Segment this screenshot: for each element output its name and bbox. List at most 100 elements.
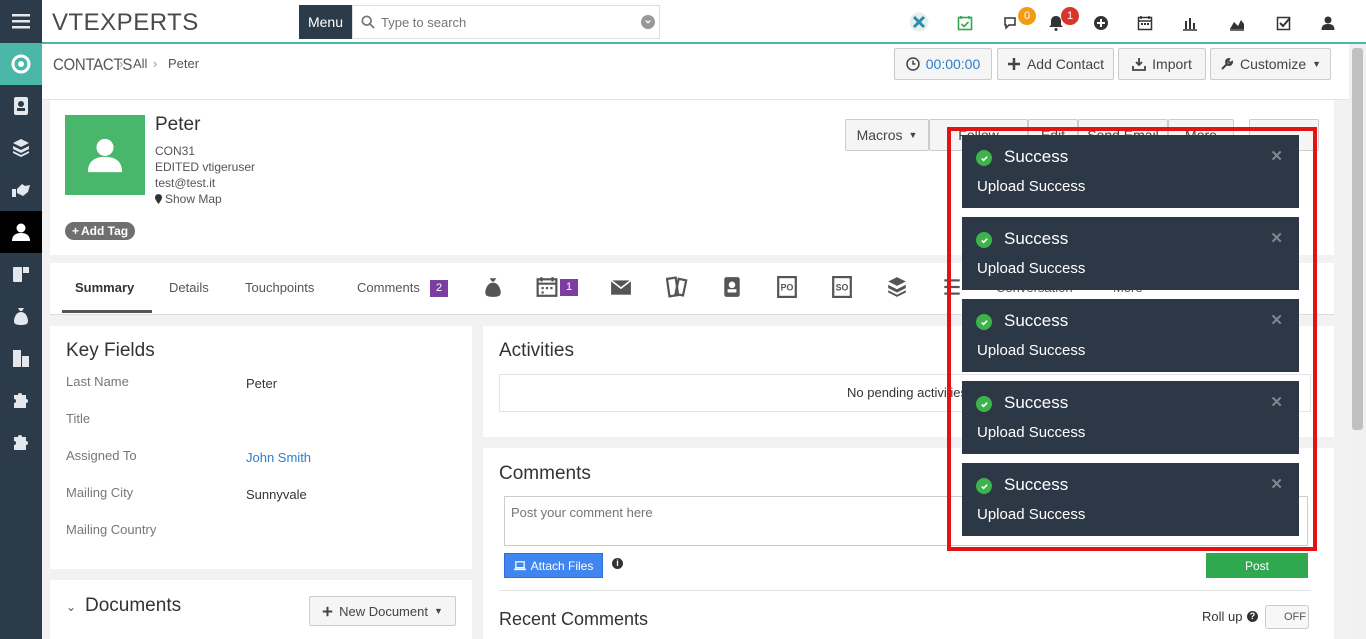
calendar-icon[interactable]	[1135, 14, 1155, 32]
brand-logo[interactable]: VTEXPERTS	[52, 9, 199, 37]
chevron-down-icon[interactable]: ⌄	[66, 600, 76, 614]
chevron-down-icon[interactable]	[641, 15, 655, 29]
calendar-check-icon[interactable]	[955, 14, 975, 32]
plus-icon	[322, 606, 333, 616]
add-tag-button[interactable]: + Add Tag	[65, 222, 136, 240]
highlight-frame	[947, 127, 1317, 551]
vtexperts-x-icon[interactable]	[909, 12, 929, 32]
add-contact-label: Add Contact	[1026, 56, 1105, 72]
add-contact-button[interactable]: Add Contact	[997, 48, 1114, 80]
purchase-order-icon[interactable]: PO	[776, 276, 798, 298]
caret-down-icon: ▼	[433, 606, 443, 616]
hamburger-menu-icon[interactable]	[0, 0, 42, 42]
show-map-label: Show Map	[165, 192, 222, 206]
new-document-button[interactable]: New Document ▼	[309, 596, 456, 626]
wrench-icon	[1221, 57, 1233, 70]
contact-card-icon[interactable]	[721, 276, 743, 298]
building-icon[interactable]	[0, 337, 42, 379]
breadcrumb-separator-icon: ›	[119, 56, 124, 71]
cubes-icon[interactable]	[886, 276, 908, 298]
tab-comments[interactable]: Comments	[357, 280, 420, 295]
field-label: Mailing Country	[66, 522, 157, 537]
download-icon	[1132, 58, 1147, 71]
comments-title: Comments	[499, 463, 591, 484]
top-navbar	[42, 0, 1366, 44]
field-label: Assigned To	[66, 448, 137, 463]
customize-button[interactable]: Customize ▼	[1210, 48, 1331, 80]
handshake-icon[interactable]	[0, 169, 42, 211]
plus-circle-icon[interactable]	[1091, 14, 1111, 32]
svg-text:PO: PO	[781, 282, 794, 292]
tab-touchpoints[interactable]: Touchpoints	[245, 280, 314, 295]
key-fields-title: Key Fields	[66, 340, 155, 361]
macros-label: Macros	[856, 127, 903, 143]
field-label: Mailing City	[66, 485, 134, 500]
tab-summary[interactable]: Summary	[75, 280, 134, 295]
mobile-ticket-icon[interactable]	[0, 253, 42, 295]
scrollbar-thumb[interactable]	[1352, 48, 1363, 430]
sales-order-icon[interactable]: SO	[831, 276, 853, 298]
activities-title: Activities	[499, 340, 574, 361]
help-icon[interactable]: ?	[1247, 611, 1258, 622]
breadcrumb-separator-icon: ›	[153, 56, 158, 71]
record-edited-by: EDITED vtigeruser	[155, 160, 256, 174]
home-icon[interactable]	[0, 43, 42, 85]
menu-button[interactable]: Menu	[299, 5, 352, 39]
checkbox-tasks-icon[interactable]	[1274, 14, 1294, 32]
field-value[interactable]: Sunnyvale	[246, 487, 307, 502]
global-search[interactable]	[352, 5, 660, 39]
roll-up-toggle[interactable]: OFF	[1265, 605, 1309, 629]
clock-icon	[906, 57, 920, 71]
plus-icon: +	[72, 224, 80, 238]
documents-title: Documents	[85, 595, 182, 616]
import-label: Import	[1152, 56, 1192, 72]
show-map-link[interactable]: Show Map	[155, 192, 222, 206]
address-book-icon[interactable]	[0, 85, 42, 127]
calendar-icon[interactable]	[536, 276, 558, 298]
add-tag-label: Add Tag	[81, 224, 129, 238]
attach-files-button[interactable]: Attach Files	[504, 553, 603, 578]
cubes-icon[interactable]	[0, 127, 42, 169]
breadcrumb-record: Peter	[168, 56, 200, 71]
calendar-count-badge: 1	[560, 279, 578, 296]
timer-button[interactable]: 00:00:00	[894, 48, 992, 80]
puzzle-icon[interactable]	[0, 379, 42, 421]
post-button[interactable]: Post	[1206, 553, 1308, 578]
import-button[interactable]: Import	[1118, 48, 1206, 80]
tab-details[interactable]: Details	[169, 280, 209, 295]
notification-count-badge: 1	[1061, 7, 1079, 25]
contacts-icon[interactable]	[0, 211, 42, 253]
new-document-label: New Document	[339, 603, 428, 619]
money-bag-icon[interactable]	[0, 295, 42, 337]
timer-value: 00:00:00	[925, 56, 981, 72]
tickets-icon[interactable]	[666, 276, 688, 298]
field-value-link[interactable]: John Smith	[246, 450, 311, 465]
record-name: Peter	[155, 114, 201, 135]
area-chart-icon[interactable]	[1227, 14, 1247, 32]
roll-up-label: Roll up	[1202, 609, 1243, 624]
field-value[interactable]: Peter	[246, 376, 277, 391]
contact-avatar	[65, 115, 145, 195]
record-code: CON31	[155, 144, 196, 158]
field-label: Title	[66, 411, 91, 426]
field-label: Last Name	[66, 374, 129, 389]
record-email[interactable]: test@test.it	[155, 176, 215, 190]
macros-button[interactable]: Macros ▼	[845, 119, 929, 151]
toggle-state: OFF	[1284, 611, 1306, 623]
chat-count-badge: 0	[1018, 7, 1036, 25]
info-icon[interactable]: i	[612, 558, 623, 569]
puzzle-icon[interactable]	[0, 421, 42, 463]
user-profile-icon[interactable]	[1318, 14, 1338, 32]
breadcrumb-filter[interactable]: All	[133, 56, 147, 71]
laptop-icon	[513, 560, 526, 570]
search-input[interactable]	[381, 14, 636, 30]
comments-count-badge: 2	[430, 280, 448, 297]
caret-down-icon: ▼	[1312, 59, 1322, 69]
envelope-icon[interactable]	[610, 276, 632, 298]
active-tab-indicator	[62, 310, 152, 313]
money-bag-icon[interactable]	[482, 276, 504, 298]
divider	[499, 590, 1311, 591]
search-icon	[361, 15, 375, 29]
bar-chart-icon[interactable]	[1180, 14, 1200, 32]
plus-icon	[1007, 58, 1020, 70]
